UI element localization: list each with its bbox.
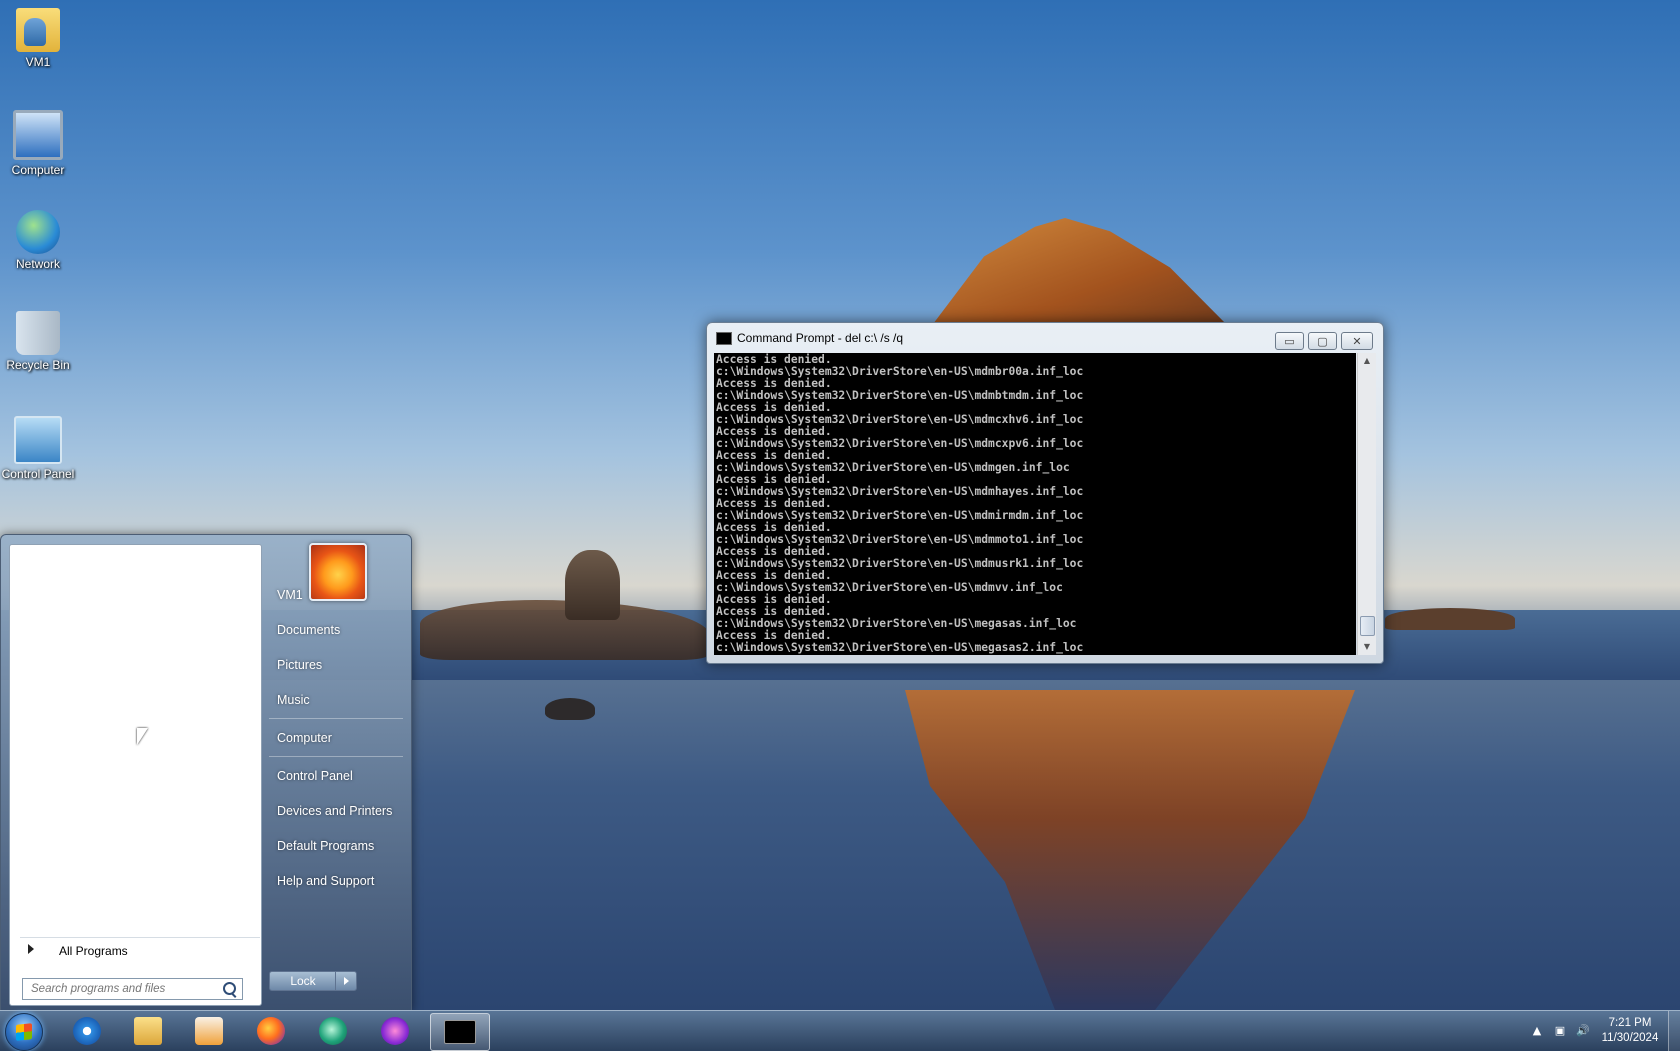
- console-text: Access is denied. c:\Windows\System32\Dr…: [716, 353, 1084, 654]
- command-prompt-window[interactable]: Command Prompt - del c:\ /s /q ▭ ▢ ✕ Acc…: [706, 322, 1384, 664]
- desktop-icon-computer[interactable]: Computer: [0, 110, 76, 177]
- start-button[interactable]: [5, 1013, 43, 1051]
- taskbar-internet-explorer[interactable]: [60, 1013, 114, 1049]
- purple-app-icon: [381, 1017, 409, 1045]
- start-menu[interactable]: All Programs VM1 Documents Pictures Musi…: [0, 534, 412, 1010]
- start-item-documents[interactable]: Documents: [269, 616, 417, 644]
- command-prompt-icon: [716, 332, 732, 345]
- desktop-icon-recycle-bin[interactable]: Recycle Bin: [0, 311, 76, 372]
- taskbar-purple-app[interactable]: [368, 1013, 422, 1049]
- recycle-bin-icon: [16, 311, 60, 355]
- mouse-cursor: [137, 728, 148, 745]
- shutdown-options-arrow[interactable]: [335, 971, 357, 991]
- taskbar-firefox[interactable]: [244, 1013, 298, 1049]
- media-player-icon: [195, 1017, 223, 1045]
- start-item-devices-and-printers[interactable]: Devices and Printers: [269, 797, 417, 825]
- rock-formation: [930, 218, 1230, 328]
- start-item-music[interactable]: Music: [269, 686, 417, 714]
- taskbar-file-explorer[interactable]: [121, 1013, 175, 1049]
- clock[interactable]: 7:21 PM 11/30/2024: [1595, 1016, 1665, 1046]
- desktop-icon-label: Computer: [11, 163, 65, 177]
- taskbar[interactable]: ▲ ▣ 🔊 7:21 PM 11/30/2024: [0, 1010, 1680, 1051]
- scroll-up-arrow[interactable]: ▲: [1358, 353, 1376, 369]
- show-desktop-button[interactable]: [1668, 1011, 1680, 1051]
- all-programs-button[interactable]: All Programs: [20, 937, 260, 962]
- desktop-icon-network[interactable]: Network: [0, 210, 76, 271]
- chevron-right-icon: [28, 944, 34, 954]
- divider: [269, 756, 403, 757]
- desktop[interactable]: VM1 Computer Network Recycle Bin Control…: [0, 0, 1680, 1010]
- start-item-computer[interactable]: Computer: [269, 724, 417, 752]
- start-item-help-and-support[interactable]: Help and Support: [269, 867, 417, 895]
- window-title: Command Prompt - del c:\ /s /q: [737, 331, 904, 345]
- programs-pane[interactable]: All Programs: [9, 544, 262, 1006]
- scroll-down-arrow[interactable]: ▼: [1358, 639, 1376, 655]
- start-item-vm1[interactable]: VM1: [269, 581, 417, 609]
- network-icon[interactable]: ▣: [1553, 1024, 1567, 1038]
- beach-stone: [545, 698, 595, 720]
- desktop-icon-control-panel[interactable]: Control Panel: [0, 416, 76, 481]
- chat-app-icon: [319, 1017, 347, 1045]
- all-programs-label: All Programs: [59, 944, 128, 958]
- desktop-icon-label: Recycle Bin: [6, 358, 70, 372]
- desktop-icon-label: Network: [15, 257, 60, 271]
- lock-button[interactable]: Lock: [269, 971, 337, 991]
- control-panel-icon: [14, 416, 62, 464]
- rock-reflection: [905, 690, 1355, 1010]
- desktop-icon-label: VM1: [25, 55, 51, 69]
- volume-icon[interactable]: 🔊: [1576, 1024, 1590, 1038]
- network-icon: [16, 210, 60, 254]
- user-folder-icon: [16, 8, 60, 52]
- minimize-button[interactable]: ▭: [1275, 332, 1304, 350]
- show-hidden-icons-arrow[interactable]: ▲: [1530, 1024, 1544, 1038]
- taskbar-chat-app[interactable]: [306, 1013, 360, 1049]
- firefox-icon: [257, 1017, 285, 1045]
- console-output[interactable]: Access is denied. c:\Windows\System32\Dr…: [714, 353, 1356, 655]
- clock-date: 11/30/2024: [1601, 1032, 1659, 1044]
- close-button[interactable]: ✕: [1341, 332, 1373, 350]
- start-item-control-panel[interactable]: Control Panel: [269, 762, 417, 790]
- divider: [269, 718, 403, 719]
- desktop-icon-label: Control Panel: [1, 467, 75, 481]
- search-icon[interactable]: [223, 982, 236, 995]
- command-prompt-icon: [444, 1020, 476, 1044]
- clock-time: 7:21 PM: [1608, 1017, 1652, 1029]
- file-explorer-icon: [134, 1017, 162, 1045]
- computer-icon: [13, 110, 63, 160]
- desktop-icon-vm1[interactable]: VM1: [0, 8, 76, 69]
- internet-explorer-icon: [73, 1017, 101, 1045]
- maximize-button[interactable]: ▢: [1308, 332, 1337, 350]
- search-input[interactable]: [23, 979, 221, 998]
- start-item-pictures[interactable]: Pictures: [269, 651, 417, 679]
- scroll-thumb[interactable]: [1360, 616, 1375, 636]
- search-box[interactable]: [22, 978, 243, 1000]
- sea-stack: [565, 550, 620, 620]
- start-item-default-programs[interactable]: Default Programs: [269, 832, 417, 860]
- window-titlebar[interactable]: Command Prompt - del c:\ /s /q ▭ ▢ ✕: [707, 323, 1383, 351]
- distant-rocks: [1385, 608, 1515, 630]
- vertical-scrollbar[interactable]: ▲ ▼: [1357, 353, 1376, 655]
- taskbar-media-player[interactable]: [182, 1013, 236, 1049]
- taskbar-command-prompt[interactable]: [430, 1013, 490, 1051]
